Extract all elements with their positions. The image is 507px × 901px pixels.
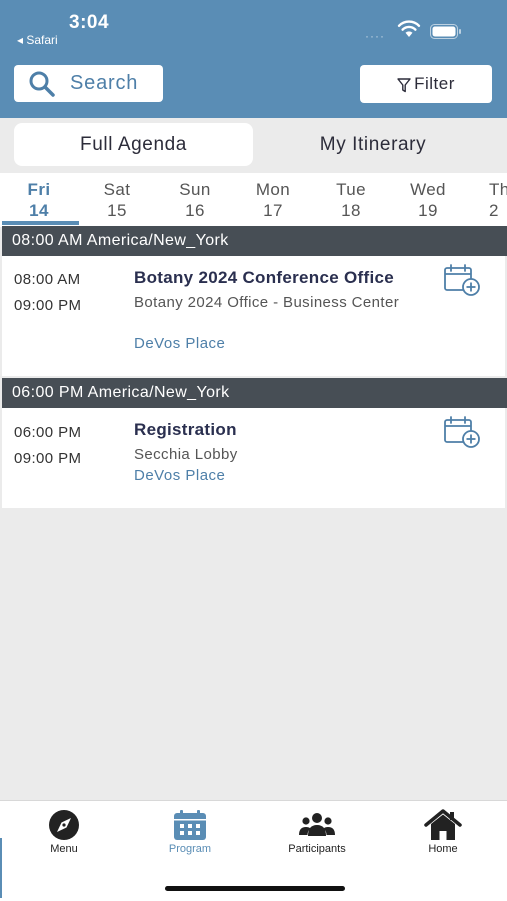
day-tue-18[interactable]: Tue 18: [316, 179, 386, 221]
day-number: 16: [185, 201, 205, 220]
tab-label: Menu: [50, 843, 78, 855]
filter-label: Filter: [414, 74, 455, 93]
back-to-safari-link[interactable]: ◂ Safari: [17, 33, 58, 47]
search-button[interactable]: Search: [14, 65, 163, 102]
day-number: 19: [418, 201, 438, 220]
day-name: Sun: [179, 180, 211, 199]
agenda-segmented-control: Full Agenda My Itinerary: [0, 118, 507, 173]
day-selector: Fri 14 Sat 15 Sun 16 Mon 17 Tue 18 Wed 1…: [0, 173, 507, 227]
calendar-icon: [174, 810, 206, 840]
day-sat-15[interactable]: Sat 15: [82, 179, 152, 221]
day-fri-14[interactable]: Fri 14: [4, 179, 74, 221]
day-number: 14: [29, 201, 49, 220]
tab-label: Program: [168, 843, 212, 855]
day-name: Th: [489, 180, 507, 199]
tab-label: Home: [428, 843, 458, 855]
time-section-header: 08:00 AM America/New_York: [2, 226, 507, 256]
home-icon: [424, 809, 462, 840]
day-name: Wed: [410, 180, 446, 199]
filter-button[interactable]: Filter: [360, 65, 492, 103]
home-indicator[interactable]: [165, 886, 345, 891]
event-start-time: 06:00 PM: [14, 424, 82, 441]
wifi-icon: [397, 20, 421, 37]
day-name: Fri: [27, 180, 51, 199]
tab-my-itinerary[interactable]: My Itinerary: [253, 123, 493, 166]
app-header: 3:04 ◂ Safari ···· Search Filter: [0, 0, 507, 118]
day-number: 2: [489, 201, 499, 220]
day-name: Sat: [103, 180, 131, 199]
tab-home[interactable]: Home: [398, 809, 488, 855]
event-venue-link[interactable]: DeVos Place: [134, 335, 225, 352]
tab-label: Participants: [288, 843, 346, 855]
day-name: Tue: [336, 180, 366, 199]
event-end-time: 09:00 PM: [14, 450, 82, 467]
day-thu-20[interactable]: Th 2: [470, 179, 507, 221]
people-icon: [299, 813, 335, 836]
status-time: 3:04: [69, 12, 110, 33]
tab-participants[interactable]: Participants: [272, 809, 362, 855]
tab-menu[interactable]: Menu: [19, 809, 109, 855]
cellular-signal-icon: ····: [365, 29, 385, 43]
event-location: Secchia Lobby: [134, 446, 238, 463]
agenda-event[interactable]: 08:00 AM 09:00 PM Botany 2024 Conference…: [2, 256, 505, 376]
agenda-event[interactable]: 06:00 PM 09:00 PM Registration Secchia L…: [2, 408, 505, 508]
battery-icon: [430, 24, 461, 39]
edge-accent: [0, 838, 2, 898]
day-mon-17[interactable]: Mon 17: [238, 179, 308, 221]
day-number: 18: [341, 201, 361, 220]
active-day-indicator: [2, 221, 79, 225]
event-title: Botany 2024 Conference Office: [134, 268, 395, 287]
calendar-plus-icon[interactable]: [442, 263, 482, 297]
day-sun-16[interactable]: Sun 16: [160, 179, 230, 221]
day-wed-19[interactable]: Wed 19: [393, 179, 463, 221]
event-end-time: 09:00 PM: [14, 297, 82, 314]
event-venue-link[interactable]: DeVos Place: [134, 467, 225, 484]
event-title: Registration: [134, 420, 237, 439]
event-location: Botany 2024 Office - Business Center: [134, 294, 400, 311]
day-number: 17: [263, 201, 283, 220]
tab-full-agenda[interactable]: Full Agenda: [14, 123, 253, 166]
time-section-header: 06:00 PM America/New_York: [2, 378, 507, 408]
day-name: Mon: [255, 180, 291, 199]
day-number: 15: [107, 201, 127, 220]
filter-icon: [397, 78, 411, 93]
search-icon: [29, 71, 55, 97]
calendar-plus-icon[interactable]: [442, 415, 482, 449]
search-label: Search: [70, 72, 139, 94]
event-start-time: 08:00 AM: [14, 271, 81, 288]
tab-program[interactable]: Program: [145, 809, 235, 855]
compass-icon: [49, 810, 79, 840]
